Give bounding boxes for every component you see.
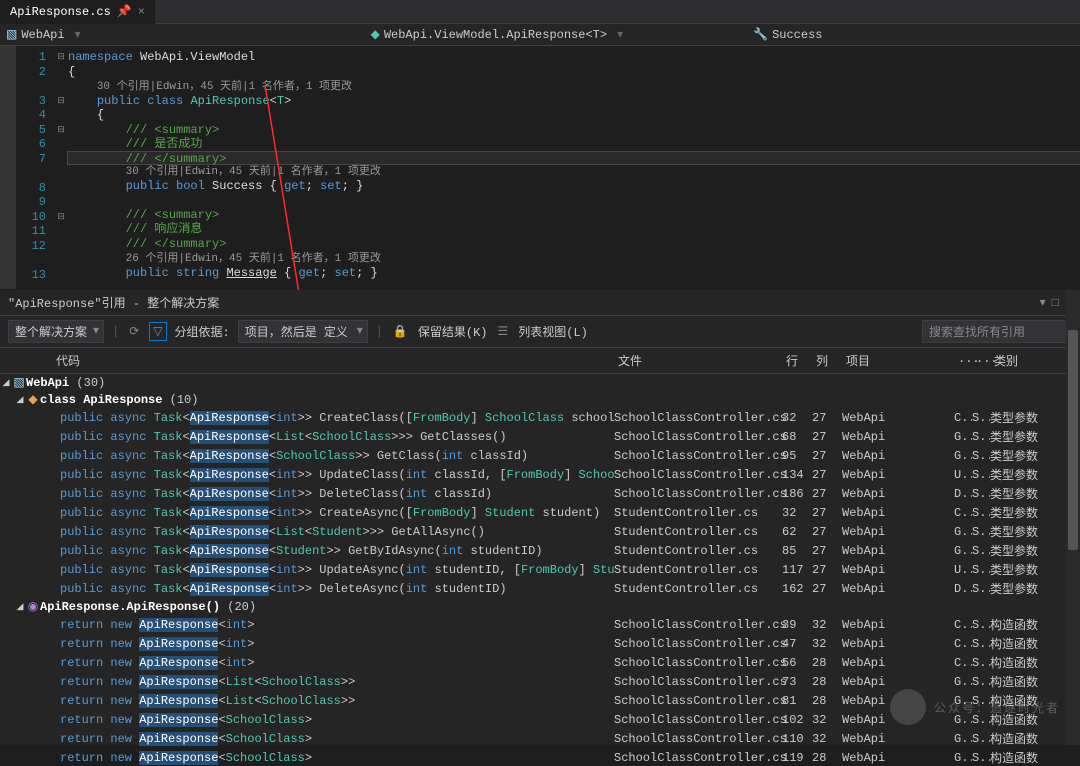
reference-row[interactable]: return new ApiResponse<SchoolClass>Schoo… [0, 748, 1080, 766]
filter-icon[interactable]: ▽ [149, 322, 166, 341]
scope-select[interactable]: 整个解决方案 [8, 320, 104, 343]
panel-title: "ApiResponse"引用 - 整个解决方案 [8, 294, 219, 311]
col-proj[interactable]: 项目 [842, 350, 954, 371]
crumb-sep: ▾ [75, 27, 81, 42]
reference-row[interactable]: public async Task<ApiResponse<int>> Upda… [0, 465, 1080, 484]
list-icon[interactable]: ☰ [495, 322, 510, 341]
col-kind[interactable]: 类别 [990, 350, 1050, 371]
separator: | [112, 325, 119, 339]
reference-row[interactable]: public async Task<ApiResponse<List<Schoo… [0, 427, 1080, 446]
tab-bar: ApiResponse.cs 📌 × [0, 0, 1080, 24]
tree-project[interactable]: ◢▧WebApi (30) [0, 374, 1080, 391]
reference-row[interactable]: public async Task<ApiResponse<int>> Upda… [0, 560, 1080, 579]
window-dropdown-icon[interactable]: ▾ [1040, 295, 1046, 310]
reference-row[interactable]: return new ApiResponse<int>SchoolClassCo… [0, 653, 1080, 672]
panel-title-bar: "ApiResponse"引用 - 整个解决方案 ▾ □ × [0, 290, 1080, 316]
list-view-label: 列表视图(L) [518, 323, 588, 340]
window-maximize-icon[interactable]: □ [1052, 296, 1059, 310]
breadcrumb: ▧WebApi ▾ ◆WebApi.ViewModel.ApiResponse<… [0, 24, 1080, 46]
panel-toolbar: 整个解决方案 | ⟳ ▽ 分组依据: 项目，然后是 定义 | 🔒保留结果(K) … [0, 316, 1080, 348]
group-select[interactable]: 项目，然后是 定义 [238, 320, 368, 343]
refresh-icon[interactable]: ⟳ [127, 322, 141, 341]
csharp-icon: ▧ [6, 27, 17, 42]
scrollbar[interactable] [1066, 290, 1080, 745]
reference-row[interactable]: public async Task<ApiResponse<int>> Dele… [0, 579, 1080, 598]
group-label: 分组依据: [175, 323, 230, 340]
reference-row[interactable]: return new ApiResponse<int>SchoolClassCo… [0, 634, 1080, 653]
line-gutter: 12345678910111213 [16, 46, 54, 289]
reference-row[interactable]: public async Task<ApiResponse<SchoolClas… [0, 446, 1080, 465]
reference-row[interactable]: public async Task<ApiResponse<int>> Dele… [0, 484, 1080, 503]
lock-icon[interactable]: 🔒 [391, 322, 410, 341]
tree-group[interactable]: ◢◆class ApiResponse (10) [0, 391, 1080, 408]
keep-results-label: 保留结果(K) [418, 323, 488, 340]
pin-icon[interactable]: 📌 [117, 4, 132, 19]
separator: | [376, 325, 383, 339]
find-references-panel: "ApiResponse"引用 - 整个解决方案 ▾ □ × 整个解决方案 | … [0, 290, 1080, 745]
reference-row[interactable]: return new ApiResponse<int>SchoolClassCo… [0, 615, 1080, 634]
crumb-sep: ▾ [617, 27, 623, 42]
watermark-icon [890, 689, 926, 725]
code-editor[interactable]: 12345678910111213 ⊟⊟⊟⊟ namespace WebApi.… [0, 46, 1080, 289]
tab-label: ApiResponse.cs [10, 5, 111, 19]
reference-row[interactable]: public async Task<ApiResponse<int>> Crea… [0, 503, 1080, 522]
reference-row[interactable]: public async Task<ApiResponse<List<Stude… [0, 522, 1080, 541]
reference-row[interactable]: public async Task<ApiResponse<int>> Crea… [0, 408, 1080, 427]
wrench-icon: 🔧 [753, 27, 768, 42]
margin-glyph [0, 46, 16, 289]
scrollbar-thumb[interactable] [1068, 330, 1078, 550]
col-line[interactable]: 行 [782, 350, 812, 371]
close-icon[interactable]: × [138, 5, 145, 19]
crumb-class[interactable]: ◆WebApi.ViewModel.ApiResponse<T> [371, 27, 607, 42]
search-input[interactable]: 搜索查找所有引用 [922, 320, 1072, 343]
reference-row[interactable]: public async Task<ApiResponse<Student>> … [0, 541, 1080, 560]
watermark: 公众号：追逐时光者 [890, 689, 1060, 725]
col-col[interactable]: 列 [812, 350, 842, 371]
reference-row[interactable]: return new ApiResponse<SchoolClass>Schoo… [0, 729, 1080, 748]
crumb-project[interactable]: ▧WebApi [6, 27, 65, 42]
col-dots2[interactable]: ... [972, 350, 990, 371]
col-file[interactable]: 文件 [614, 350, 782, 371]
tree-group[interactable]: ◢◉ApiResponse.ApiResponse() (20) [0, 598, 1080, 615]
crumb-member[interactable]: 🔧Success [753, 27, 822, 42]
code-area[interactable]: namespace WebApi.ViewModel{ 30 个引用|Edwin… [68, 46, 1080, 289]
grid-header: 代码 文件 行 列 项目 ... ... 类别 [0, 348, 1080, 374]
fold-gutter[interactable]: ⊟⊟⊟⊟ [54, 46, 68, 289]
col-dots1[interactable]: ... [954, 350, 972, 371]
file-tab[interactable]: ApiResponse.cs 📌 × [0, 0, 155, 24]
class-icon: ◆ [371, 27, 380, 42]
col-code[interactable]: 代码 [0, 350, 614, 371]
